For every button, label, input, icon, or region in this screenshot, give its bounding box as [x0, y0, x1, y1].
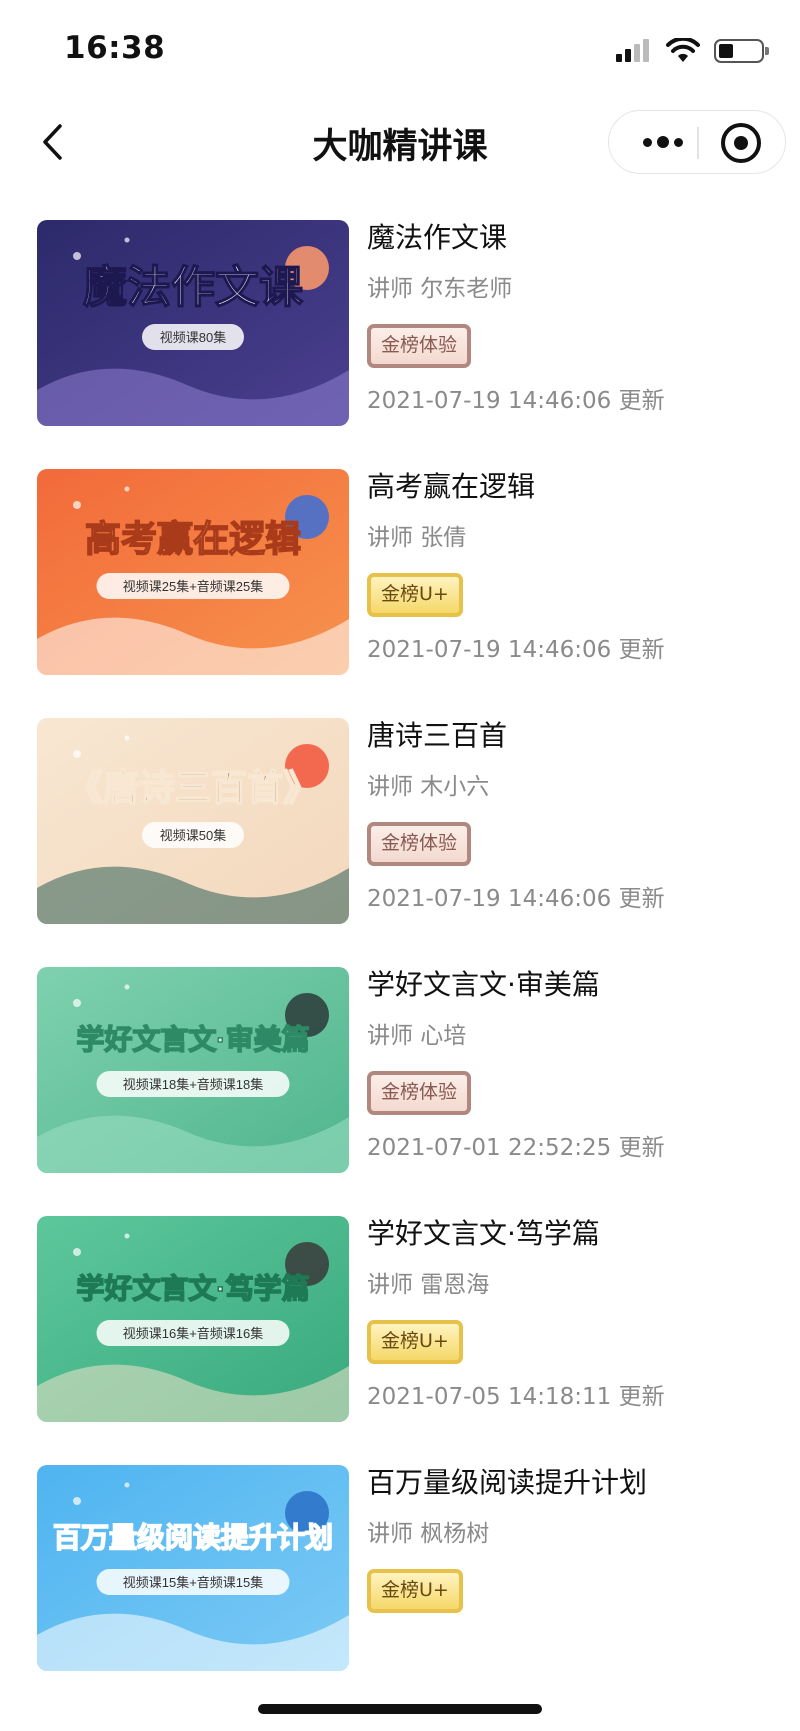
course-badge: 金榜体验: [367, 1071, 472, 1115]
cover-subtitle-text: 视频课50集: [160, 828, 226, 843]
status-bar: 16:38: [0, 0, 800, 100]
course-list-item[interactable]: 百万量级阅读提升计划 视频课15集+音频课15集 百万量级阅读提升计划 讲师 枫…: [37, 1465, 777, 1675]
course-info: 学好文言文·审美篇 讲师 心培 金榜体验 2021-07-01 22:52:25…: [367, 967, 787, 1163]
course-title: 唐诗三百首: [367, 719, 508, 752]
cover-title-text: 学好文言文·审美篇: [76, 1023, 309, 1055]
course-cover-image[interactable]: 魔法作文课 视频课80集: [37, 220, 349, 426]
course-updated-time: 2021-07-19 14:46:06 更新: [367, 637, 665, 663]
course-cover-image[interactable]: 高考赢在逻辑 视频课25集+音频课25集: [37, 469, 349, 675]
course-teacher: 讲师 木小六: [367, 774, 490, 800]
close-miniprogram-button[interactable]: [721, 123, 761, 163]
cover-title-text: 学好文言文·笃学篇: [76, 1272, 309, 1304]
capsule-divider: [697, 127, 699, 159]
cover-subtitle-text: 视频课80集: [160, 330, 226, 345]
course-badge: 金榜U+: [367, 1569, 463, 1613]
course-title: 魔法作文课: [367, 221, 508, 254]
course-teacher: 讲师 心培: [367, 1023, 467, 1049]
cover-title-text: 高考赢在逻辑: [85, 518, 301, 559]
status-icons: [616, 34, 769, 68]
cover-title-text: 魔法作文课: [83, 263, 304, 312]
course-badge: 金榜体验: [367, 324, 472, 368]
course-info: 学好文言文·笃学篇 讲师 雷恩海 金榜U+ 2021-07-05 14:18:1…: [367, 1216, 787, 1412]
course-updated-time: 2021-07-19 14:46:06 更新: [367, 886, 665, 912]
course-list-item[interactable]: 《唐诗三百首》 视频课50集 唐诗三百首 讲师 木小六 金榜体验 2021-07…: [37, 718, 777, 928]
home-indicator: [258, 1704, 542, 1714]
course-badge: 金榜U+: [367, 573, 463, 617]
course-title: 学好文言文·审美篇: [367, 968, 600, 1001]
cover-title-text: 百万量级阅读提升计划: [53, 1522, 333, 1553]
course-title: 学好文言文·笃学篇: [367, 1217, 600, 1250]
course-updated-time: 2021-07-05 14:18:11 更新: [367, 1384, 665, 1410]
cover-title-text: 《唐诗三百首》: [67, 767, 319, 808]
course-cover-image[interactable]: 百万量级阅读提升计划 视频课15集+音频课15集: [37, 1465, 349, 1671]
course-list-item[interactable]: 高考赢在逻辑 视频课25集+音频课25集 高考赢在逻辑 讲师 张倩 金榜U+ 2…: [37, 469, 777, 679]
course-updated-time: 2021-07-01 22:52:25 更新: [367, 1135, 665, 1161]
more-dots-icon: [643, 137, 652, 147]
nav-bar: 大咖精讲课: [0, 100, 800, 186]
miniprogram-capsule: [608, 110, 786, 174]
course-info: 高考赢在逻辑 讲师 张倩 金榜U+ 2021-07-19 14:46:06 更新: [367, 469, 787, 665]
cover-subtitle-text: 视频课16集+音频课16集: [123, 1326, 264, 1341]
course-title: 百万量级阅读提升计划: [367, 1466, 648, 1499]
cover-subtitle-text: 视频课25集+音频课25集: [123, 579, 264, 594]
course-info: 唐诗三百首 讲师 木小六 金榜体验 2021-07-19 14:46:06 更新: [367, 718, 787, 914]
more-button[interactable]: [633, 111, 693, 173]
course-info: 魔法作文课 讲师 尔东老师 金榜体验 2021-07-19 14:46:06 更…: [367, 220, 787, 416]
cover-subtitle-text: 视频课18集+音频课18集: [123, 1077, 264, 1092]
course-badge: 金榜体验: [367, 822, 472, 866]
course-list-item[interactable]: 学好文言文·审美篇 视频课18集+音频课18集 学好文言文·审美篇 讲师 心培 …: [37, 967, 777, 1177]
cellular-signal-icon: [616, 38, 652, 64]
battery-icon: [714, 39, 769, 63]
course-cover-image[interactable]: 《唐诗三百首》 视频课50集: [37, 718, 349, 924]
course-cover-image[interactable]: 学好文言文·审美篇 视频课18集+音频课18集: [37, 967, 349, 1173]
cover-subtitle-text: 视频课15集+音频课15集: [123, 1575, 264, 1590]
course-teacher: 讲师 枫杨树: [367, 1521, 490, 1547]
course-cover-image[interactable]: 学好文言文·笃学篇 视频课16集+音频课16集: [37, 1216, 349, 1422]
course-teacher: 讲师 张倩: [367, 525, 467, 551]
course-badge: 金榜U+: [367, 1320, 463, 1364]
course-teacher: 讲师 尔东老师: [367, 276, 513, 302]
course-updated-time: 2021-07-19 14:46:06 更新: [367, 388, 665, 414]
status-time: 16:38: [64, 30, 166, 66]
course-title: 高考赢在逻辑: [367, 470, 536, 503]
course-list-item[interactable]: 学好文言文·笃学篇 视频课16集+音频课16集 学好文言文·笃学篇 讲师 雷恩海…: [37, 1216, 777, 1426]
course-list-item[interactable]: 魔法作文课 视频课80集 魔法作文课 讲师 尔东老师 金榜体验 2021-07-…: [37, 220, 777, 430]
course-info: 百万量级阅读提升计划 讲师 枫杨树 金榜U+: [367, 1465, 787, 1613]
course-teacher: 讲师 雷恩海: [367, 1272, 490, 1298]
wifi-icon: [666, 38, 700, 62]
